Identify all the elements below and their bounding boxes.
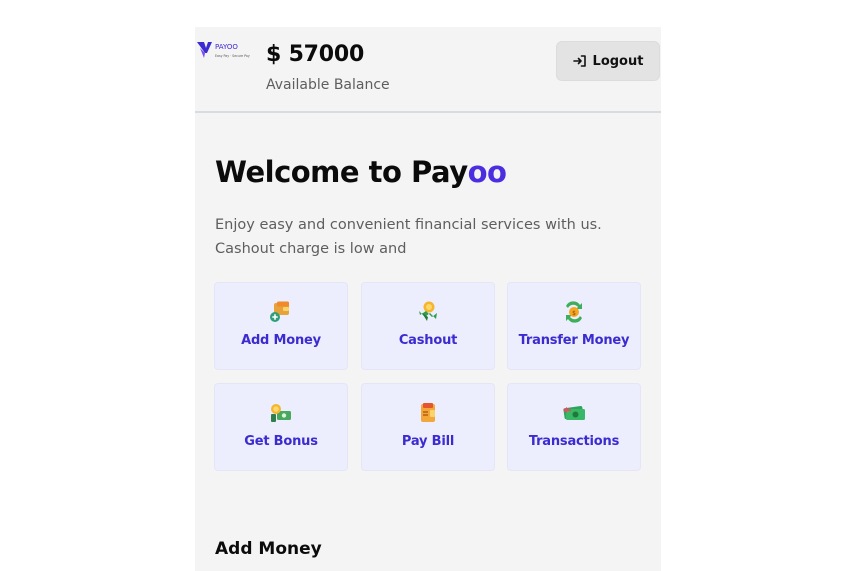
balance-label: Available Balance: [266, 77, 390, 93]
service-label: Pay Bill: [401, 434, 455, 449]
logout-button[interactable]: Logout: [556, 41, 660, 81]
wallet-add-icon: [270, 301, 289, 322]
service-card-transfer-money[interactable]: $ Transfer Money: [507, 282, 641, 370]
service-card-pay-bill[interactable]: Pay Bill: [361, 383, 495, 471]
transfer-money-icon: $: [566, 301, 582, 323]
service-label: Add Money: [241, 333, 321, 348]
bonus-icon: [271, 404, 291, 422]
transactions-icon: [563, 405, 585, 420]
logout-label: Logout: [592, 53, 644, 69]
service-label: Get Bonus: [244, 434, 318, 449]
service-label: Transactions: [528, 434, 620, 449]
service-card-add-money[interactable]: Add Money: [214, 282, 348, 370]
cashout-icon: [419, 301, 437, 321]
app-container: PAYOO Easy Pay · Secure Pay $ 57000 Avai…: [195, 27, 661, 571]
welcome-intro: Enjoy easy and convenient financial serv…: [215, 217, 602, 257]
welcome-title-prefix: Welcome to Pay: [215, 155, 468, 189]
header-bar: PAYOO Easy Pay · Secure Pay $ 57000 Avai…: [195, 27, 661, 113]
section-title: Add Money: [215, 539, 322, 559]
logo-tagline: Easy Pay · Secure Pay: [215, 54, 250, 58]
service-card-get-bonus[interactable]: Get Bonus: [214, 383, 348, 471]
payoo-logo: PAYOO Easy Pay · Secure Pay: [197, 42, 250, 58]
logout-icon: [572, 55, 586, 67]
balance-amount: $ 57000: [266, 42, 365, 67]
service-label: Transfer Money: [518, 333, 630, 348]
welcome-title-accent: oo: [467, 155, 507, 189]
welcome-title: Welcome to Payoo: [215, 155, 507, 189]
svg-text:$: $: [572, 310, 576, 317]
service-card-cashout[interactable]: Cashout: [361, 282, 495, 370]
service-card-transactions[interactable]: Transactions: [507, 383, 641, 471]
bill-icon: [421, 403, 435, 422]
logo-text: PAYOO: [215, 43, 238, 51]
service-label: Cashout: [398, 333, 458, 348]
